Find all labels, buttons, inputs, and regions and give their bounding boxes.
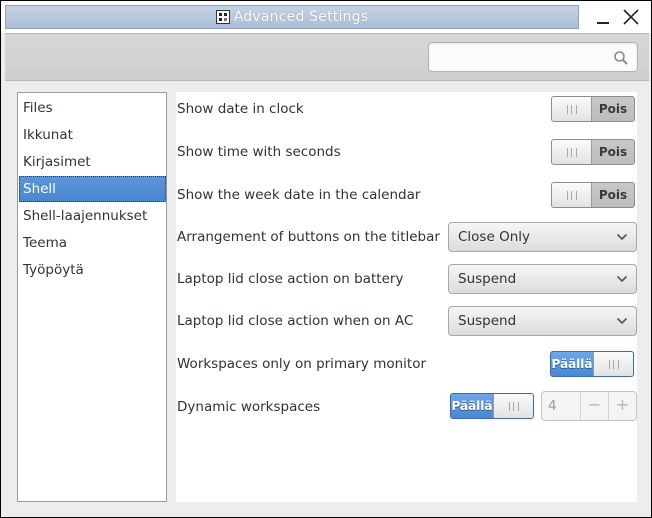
dynamic-workspaces-label: Dynamic workspaces [177,399,321,415]
search-icon [614,51,628,65]
lid-ac-dropdown[interactable]: Suspend [448,306,637,336]
chevron-down-icon [616,317,628,325]
titlebar[interactable]: Advanced Settings [1,1,651,33]
sidebar-item-shell-laajennukset[interactable]: Shell-laajennukset [19,203,166,229]
switch-state: Pois [598,188,628,202]
workspace-count-value: 4 [548,398,557,414]
lid-ac-label: Laptop lid close action when on AC [177,313,414,329]
decrement-button[interactable]: − [580,392,608,420]
switch-state: Pois [598,102,628,116]
minimize-button[interactable] [591,5,615,29]
sidebar-item-kirjasimet[interactable]: Kirjasimet [19,149,166,175]
sidebar-item-ikkunat[interactable]: Ikkunat [19,122,166,148]
search-input[interactable] [435,47,605,67]
show-date-label: Show date in clock [177,101,304,117]
advanced-settings-window: Advanced Settings Files Ikkunat Kirjasim… [0,0,652,518]
chevron-down-icon [616,233,628,241]
close-button[interactable] [619,5,643,29]
week-date-switch[interactable]: Pois [551,182,635,208]
sidebar-item-shell[interactable]: Shell [19,176,166,202]
increment-button[interactable]: + [608,392,636,420]
dropdown-value: Close Only [458,229,530,245]
button-arrangement-label: Arrangement of buttons on the titlebar [177,229,440,245]
workspace-count-spinner[interactable]: 4 − + [541,391,637,421]
primary-monitor-switch[interactable]: Päällä [550,351,634,377]
switch-knob [552,97,592,121]
switch-state: Pois [598,145,628,159]
category-list: Files Ikkunat Kirjasimet Shell Shell-laa… [17,92,167,502]
minimize-icon [597,22,609,24]
switch-knob [552,140,592,164]
show-seconds-label: Show time with seconds [177,144,341,160]
sidebar-item-files[interactable]: Files [19,95,166,121]
button-arrangement-dropdown[interactable]: Close Only [448,222,637,252]
title-strip[interactable]: Advanced Settings [5,5,579,29]
primary-monitor-label: Workspaces only on primary monitor [177,356,427,372]
switch-state: Päällä [551,357,593,371]
switch-knob [593,352,633,376]
lid-battery-dropdown[interactable]: Suspend [448,264,637,294]
search-field[interactable] [428,42,638,72]
lid-battery-label: Laptop lid close action on battery [177,271,404,287]
sidebar-item-tyopoyta[interactable]: Työpöytä [19,257,166,283]
sidebar-item-teema[interactable]: Teema [19,230,166,256]
show-date-switch[interactable]: Pois [551,96,635,122]
week-date-label: Show the week date in the calendar [177,187,421,203]
tweak-tool-icon [215,10,230,24]
close-icon [623,9,639,25]
switch-state: Päällä [451,399,493,413]
dynamic-workspaces-switch[interactable]: Päällä [450,393,534,419]
toolbar [5,33,649,81]
switch-knob [552,183,592,207]
dropdown-value: Suspend [458,313,517,329]
switch-knob [493,394,533,418]
show-seconds-switch[interactable]: Pois [551,139,635,165]
window-title: Advanced Settings [233,9,369,25]
dropdown-value: Suspend [458,271,517,287]
chevron-down-icon [616,275,628,283]
